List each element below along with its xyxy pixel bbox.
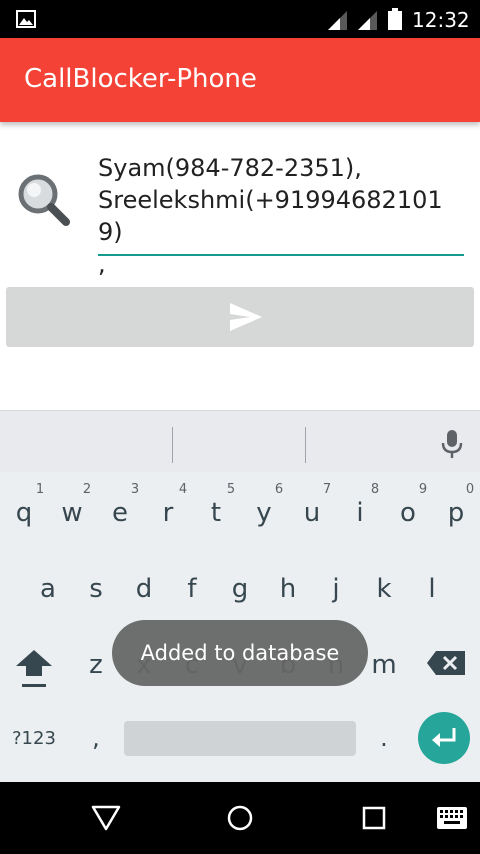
shift-icon[interactable] [14,648,54,690]
battery-icon [388,8,402,30]
key-o[interactable]: o [388,498,428,528]
key-hint: 9 [418,482,428,497]
send-icon [230,303,262,331]
key-t[interactable]: t [196,498,236,528]
back-icon[interactable] [90,804,122,832]
key-l[interactable]: l [412,574,452,604]
key-f[interactable]: f [172,574,212,604]
image-icon [16,10,36,28]
status-bar: 12:32 [0,0,480,38]
key-i[interactable]: i [340,498,380,528]
suggestion-strip [0,410,480,472]
recipient-input[interactable]: Syam(984-782-2351), Sreelekshmi(+9199468… [98,150,464,278]
signal-icon [328,11,347,30]
key-d[interactable]: d [124,574,164,604]
comma-key[interactable]: , [86,724,106,752]
enter-icon [432,728,456,747]
nav-bar [0,782,480,854]
app-title: CallBlocker-Phone [24,64,257,94]
key-e[interactable]: e [100,498,140,528]
recipient-input-value: Syam(984-782-2351), Sreelekshmi(+9199468… [98,154,443,278]
backspace-icon[interactable] [426,650,466,676]
app-bar: CallBlocker-Phone [0,38,480,122]
key-hint: 2 [82,482,92,497]
key-hint: 3 [130,482,140,497]
key-hint: 8 [370,482,380,497]
key-p[interactable]: p [436,498,476,528]
key-y[interactable]: y [244,498,284,528]
suggestion-divider [172,427,173,463]
keyboard-icon[interactable] [436,806,468,830]
search-icon [18,174,70,226]
home-icon[interactable] [226,804,254,832]
key-hint: 7 [322,482,332,497]
symbols-key[interactable]: ?123 [12,728,56,749]
screen: 12:32 CallBlocker-Phone Syam(984-782-235… [0,0,480,854]
send-button[interactable] [6,287,474,347]
mic-icon[interactable] [440,429,464,459]
enter-key[interactable] [418,712,470,764]
key-w[interactable]: w [52,498,92,528]
key-z[interactable]: z [76,650,116,680]
key-r[interactable]: r [148,498,188,528]
suggestion-divider [305,427,306,463]
key-q[interactable]: q [4,498,44,528]
toast-message: Added to database [112,620,368,686]
space-key[interactable] [124,721,356,756]
status-time: 12:32 [412,8,470,32]
key-s[interactable]: s [76,574,116,604]
key-m[interactable]: m [364,650,404,680]
key-k[interactable]: k [364,574,404,604]
key-hint: 4 [178,482,188,497]
signal-icon [358,11,377,30]
key-hint: 5 [226,482,236,497]
key-g[interactable]: g [220,574,260,604]
key-hint: 0 [465,482,475,497]
key-hint: 1 [35,482,45,497]
key-h[interactable]: h [268,574,308,604]
key-j[interactable]: j [316,574,356,604]
key-u[interactable]: u [292,498,332,528]
recents-icon[interactable] [362,806,386,830]
keyboard: 1 q 2 w 3 e 4 r 5 t 6 y 7 u 8 i 9 o 0 p … [0,410,480,782]
period-key[interactable]: . [374,724,394,752]
key-hint: 6 [274,482,284,497]
key-a[interactable]: a [28,574,68,604]
